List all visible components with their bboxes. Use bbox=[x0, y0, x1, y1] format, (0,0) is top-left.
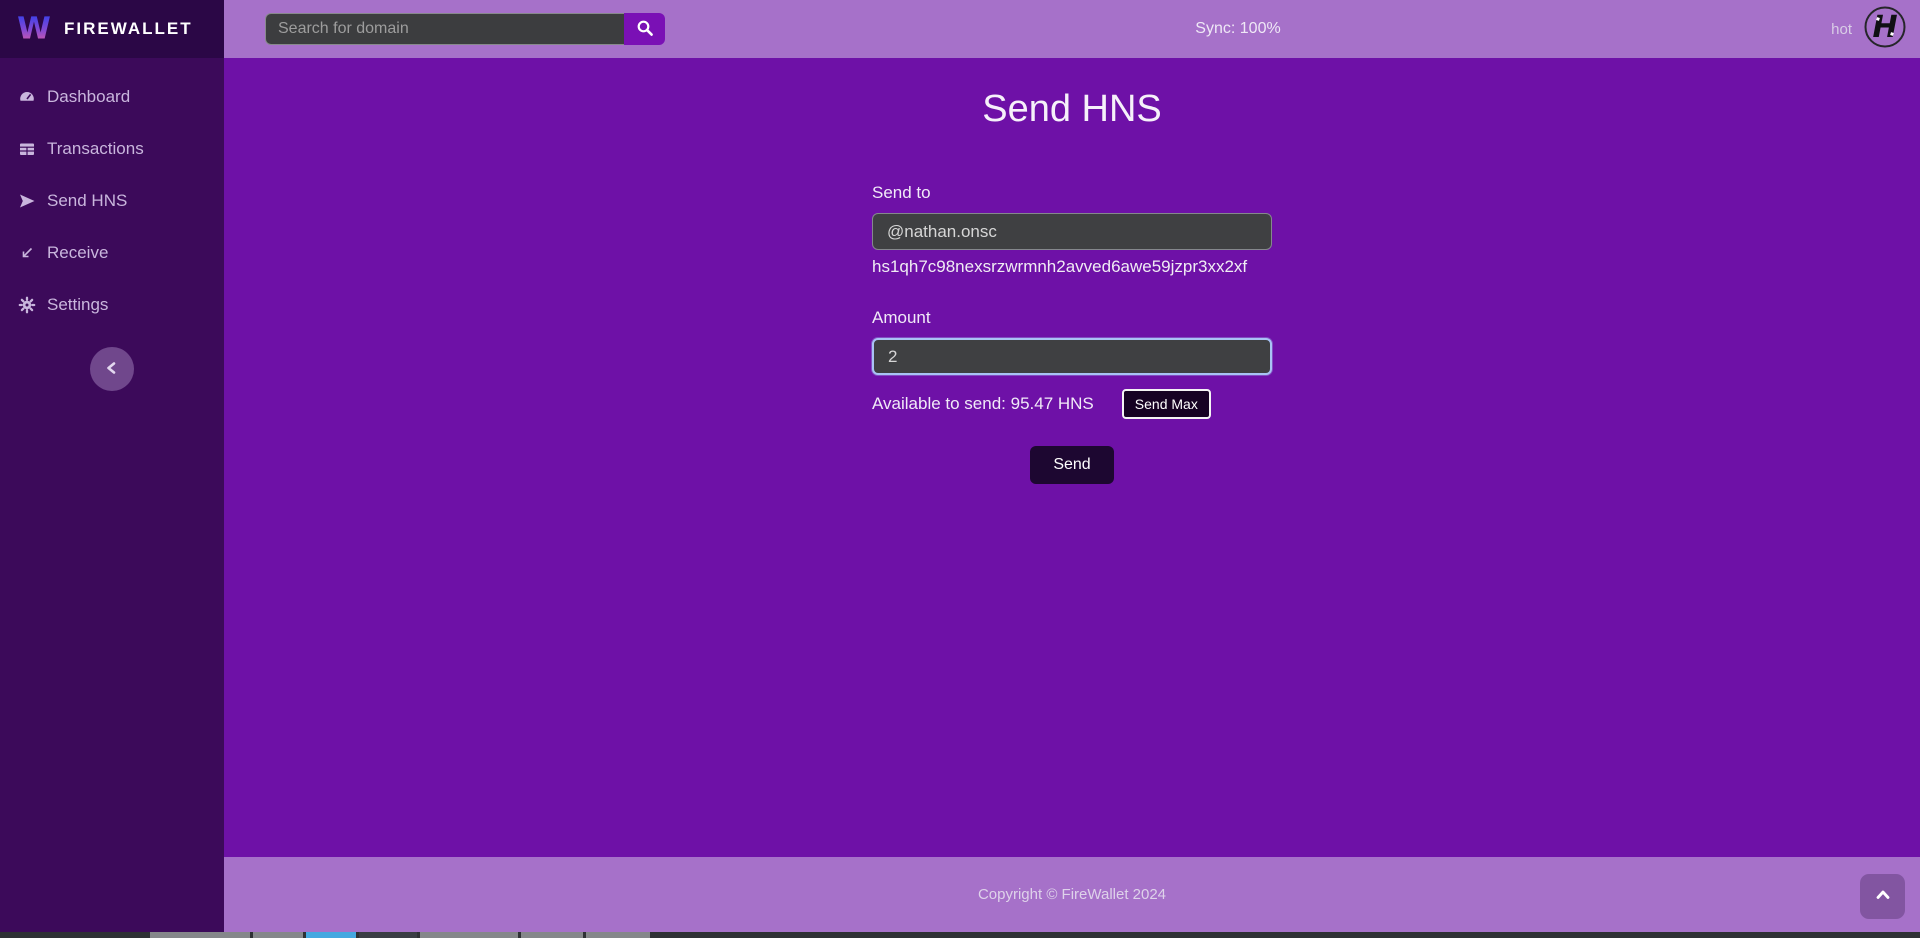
taskbar-item[interactable] bbox=[253, 932, 303, 938]
footer: Copyright © FireWallet 2024 bbox=[224, 857, 1920, 932]
taskbar-item[interactable] bbox=[150, 932, 250, 938]
sidebar-item-label: Transactions bbox=[47, 139, 144, 159]
sidebar-item-receive[interactable]: Receive bbox=[0, 227, 224, 279]
sidebar-item-label: Receive bbox=[47, 243, 108, 263]
sidebar-item-send-hns[interactable]: Send HNS bbox=[0, 175, 224, 227]
copyright-text: Copyright © FireWallet 2024 bbox=[978, 886, 1166, 903]
taskbar-item[interactable] bbox=[359, 932, 417, 938]
sidebar-item-settings[interactable]: Settings bbox=[0, 279, 224, 331]
sidebar-item-label: Send HNS bbox=[47, 191, 127, 211]
sidebar-item-dashboard[interactable]: Dashboard bbox=[0, 71, 224, 123]
svg-text:H: H bbox=[1872, 10, 1897, 45]
amount-label: Amount bbox=[872, 308, 1272, 328]
paper-plane-icon bbox=[18, 192, 36, 210]
wallet-name: hot bbox=[1831, 21, 1852, 38]
sidebar-item-transactions[interactable]: Transactions bbox=[0, 123, 224, 175]
scroll-to-top-button[interactable] bbox=[1860, 874, 1905, 919]
send-form: Send to hs1qh7c98nexsrzwrmnh2avved6awe59… bbox=[872, 183, 1272, 484]
handshake-logo-icon: H bbox=[1863, 5, 1907, 54]
table-icon bbox=[18, 140, 36, 158]
brand-name: FIREWALLET bbox=[64, 19, 193, 39]
page-title: Send HNS bbox=[224, 88, 1920, 131]
gear-icon bbox=[18, 296, 36, 314]
chevron-left-icon bbox=[103, 359, 121, 380]
firewallet-logo-icon: W bbox=[16, 8, 52, 51]
sync-status: Sync: 100% bbox=[1195, 20, 1280, 38]
taskbar-item[interactable] bbox=[586, 932, 650, 938]
chevron-up-icon bbox=[1874, 886, 1892, 907]
taskbar-strip bbox=[0, 932, 1920, 938]
sidebar-collapse-button[interactable] bbox=[90, 347, 134, 391]
sidebar: W FIREWALLET Dashboard bbox=[0, 0, 224, 932]
sidebar-item-label: Settings bbox=[47, 295, 108, 315]
wallet-selector[interactable]: hot H bbox=[1831, 5, 1907, 54]
send-button[interactable]: Send bbox=[1030, 446, 1113, 484]
search-button[interactable] bbox=[624, 13, 665, 45]
send-to-label: Send to bbox=[872, 183, 1272, 203]
arrow-down-left-icon bbox=[18, 244, 36, 262]
available-row: Available to send: 95.47 HNS Send Max bbox=[872, 389, 1272, 419]
resolved-address: hs1qh7c98nexsrzwrmnh2avved6awe59jzpr3xx2… bbox=[872, 257, 1272, 277]
domain-search bbox=[265, 13, 665, 45]
brand[interactable]: W FIREWALLET bbox=[0, 0, 224, 58]
sidebar-nav: Dashboard Transactions Send HNS bbox=[0, 71, 224, 331]
search-input[interactable] bbox=[265, 13, 624, 45]
available-balance-text: Available to send: 95.47 HNS bbox=[872, 394, 1094, 414]
svg-text:W: W bbox=[17, 11, 51, 45]
send-hns-page: Send HNS Send to hs1qh7c98nexsrzwrmnh2av… bbox=[224, 58, 1920, 857]
topbar: Sync: 100% hot H bbox=[224, 0, 1920, 58]
magnifier-icon bbox=[636, 19, 654, 40]
amount-input[interactable] bbox=[872, 338, 1272, 375]
taskbar-item[interactable] bbox=[420, 932, 518, 938]
taskbar-item[interactable] bbox=[521, 932, 583, 938]
send-to-input[interactable] bbox=[872, 213, 1272, 250]
send-max-button[interactable]: Send Max bbox=[1122, 389, 1211, 419]
gauge-icon bbox=[18, 88, 36, 106]
sidebar-item-label: Dashboard bbox=[47, 87, 130, 107]
taskbar-item-active[interactable] bbox=[306, 932, 356, 938]
